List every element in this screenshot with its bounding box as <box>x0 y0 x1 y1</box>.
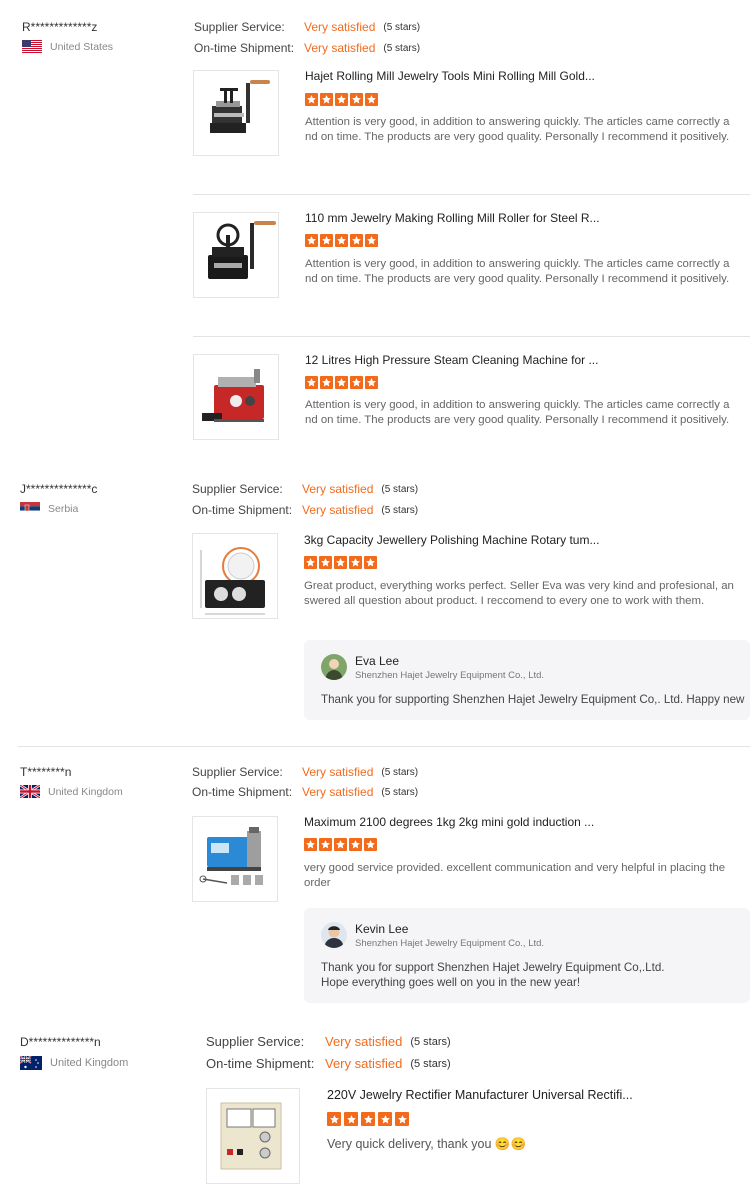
star-icon <box>364 838 377 851</box>
star-icon <box>305 93 318 106</box>
rating-stars <box>327 1112 409 1126</box>
star-icon <box>361 1112 375 1126</box>
star-icon <box>335 93 348 106</box>
review-text: Very quick delivery, thank you 😊😊 <box>327 1137 527 1151</box>
supplier-service-rating: Supplier Service: Very satisfied (5 star… <box>192 482 419 496</box>
rating-stars <box>305 234 378 247</box>
supplier-service-rating: Supplier Service: Very satisfied (5 star… <box>194 20 421 34</box>
rolling-mill-image <box>208 221 276 279</box>
product-thumbnail[interactable] <box>192 816 278 902</box>
star-icon <box>334 556 347 569</box>
buyer-name: R*************z <box>22 20 98 34</box>
star-icon <box>349 838 362 851</box>
rectifier-image <box>220 1102 282 1170</box>
avatar <box>321 654 347 680</box>
buyer-country: United Kingdom <box>20 785 123 798</box>
star-icon <box>320 376 333 389</box>
star-icon <box>334 838 347 851</box>
induction-furnace-image <box>199 827 263 885</box>
buyer-name: J**************c <box>20 482 98 496</box>
rating-stars <box>304 838 377 851</box>
star-icon <box>305 376 318 389</box>
steam-cleaner-image <box>202 369 264 422</box>
reply-name: Kevin Lee <box>355 922 409 936</box>
reply-company: Shenzhen Hajet Jewelry Equipment Co., Lt… <box>355 938 545 949</box>
country-label: United Kingdom <box>48 785 123 798</box>
rating-stars <box>304 556 377 569</box>
star-icon <box>365 93 378 106</box>
avatar <box>321 922 347 948</box>
star-icon <box>335 376 348 389</box>
product-thumbnail[interactable] <box>193 354 279 440</box>
rolling-mill-image <box>210 80 270 133</box>
buyer-country: Serbia <box>20 502 78 515</box>
ontime-shipment-rating: On-time Shipment: Very satisfied (5 star… <box>194 41 421 55</box>
product-thumbnail[interactable] <box>192 533 278 619</box>
star-icon <box>365 376 378 389</box>
divider <box>193 194 750 195</box>
star-icon <box>350 376 363 389</box>
buyer-country: United Kingdom <box>20 1056 128 1070</box>
supplier-service-rating: Supplier Service: Very satisfied (5 star… <box>192 765 419 779</box>
star-icon <box>349 556 362 569</box>
star-icon <box>378 1112 392 1126</box>
buyer-name: D**************n <box>20 1035 101 1049</box>
rating-stars <box>305 376 378 389</box>
ontime-shipment-rating: On-time Shipment: Very satisfied (5 star… <box>192 503 419 517</box>
country-label: United States <box>50 40 114 53</box>
star-icon <box>365 234 378 247</box>
star-icon <box>395 1112 409 1126</box>
divider <box>193 336 750 337</box>
uk-flag-icon <box>20 785 40 798</box>
rating-stars <box>305 93 378 106</box>
star-icon <box>304 838 317 851</box>
star-icon <box>304 556 317 569</box>
product-title[interactable]: Hajet Rolling Mill Jewelry Tools Mini Ro… <box>305 69 745 83</box>
star-icon <box>320 234 333 247</box>
supplier-service-rating: Supplier Service: Very satisfied (5 star… <box>206 1034 451 1049</box>
reply-name: Eva Lee <box>355 654 400 668</box>
reply-text: Thank you for supporting Shenzhen Hajet … <box>321 693 745 706</box>
serbia-flag-icon <box>20 502 40 515</box>
review-text: Attention is very good, in addition to a… <box>305 399 730 426</box>
country-label: Serbia <box>48 502 79 515</box>
star-icon <box>319 556 332 569</box>
us-flag-icon <box>22 40 42 53</box>
australia-flag-icon <box>20 1056 42 1070</box>
star-icon <box>350 93 363 106</box>
star-icon <box>319 838 332 851</box>
divider <box>18 746 750 747</box>
star-icon <box>335 234 348 247</box>
review-text: Attention is very good, in addition to a… <box>305 116 730 143</box>
review-text: Great product, everything works perfect.… <box>304 580 734 607</box>
review-text: Attention is very good, in addition to a… <box>305 258 730 285</box>
seller-reply: Eva Lee Shenzhen Hajet Jewelry Equipment… <box>304 640 750 720</box>
star-icon <box>327 1112 341 1126</box>
polishing-machine-image <box>200 547 265 615</box>
product-title[interactable]: Maximum 2100 degrees 1kg 2kg mini gold i… <box>304 815 744 829</box>
star-icon <box>350 234 363 247</box>
product-title[interactable]: 12 Litres High Pressure Steam Cleaning M… <box>305 353 745 367</box>
ontime-shipment-rating: On-time Shipment: Very satisfied (5 star… <box>206 1056 451 1071</box>
buyer-name: T********n <box>20 765 72 779</box>
product-thumbnail[interactable] <box>206 1088 300 1184</box>
star-icon <box>320 93 333 106</box>
product-title[interactable]: 3kg Capacity Jewellery Polishing Machine… <box>304 533 744 547</box>
reply-company: Shenzhen Hajet Jewelry Equipment Co., Lt… <box>355 670 545 681</box>
product-title[interactable]: 110 mm Jewelry Making Rolling Mill Rolle… <box>305 211 745 225</box>
review-text: very good service provided. excellent co… <box>304 862 726 889</box>
seller-reply: Kevin Lee Shenzhen Hajet Jewelry Equipme… <box>304 908 750 1003</box>
country-label: United Kingdom <box>50 1057 129 1069</box>
buyer-country: United States <box>22 40 113 53</box>
star-icon <box>344 1112 358 1126</box>
ontime-shipment-rating: On-time Shipment: Very satisfied (5 star… <box>192 785 419 799</box>
star-icon <box>364 556 377 569</box>
star-icon <box>305 234 318 247</box>
product-thumbnail[interactable] <box>193 70 279 156</box>
product-title[interactable]: 220V Jewelry Rectifier Manufacturer Univ… <box>327 1088 742 1102</box>
reply-text: Thank you for support Shenzhen Hajet Jew… <box>321 961 665 974</box>
product-thumbnail[interactable] <box>193 212 279 298</box>
reply-text: Hope everything goes well on you in the … <box>321 976 581 989</box>
